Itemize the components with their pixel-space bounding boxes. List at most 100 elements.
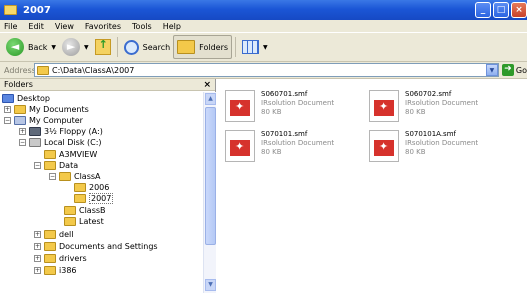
folder-icon: [37, 65, 49, 75]
title-bar: 2007 _ □ ×: [0, 0, 527, 20]
menu-tools[interactable]: Tools: [132, 22, 152, 31]
tree-label: Desktop: [17, 93, 50, 103]
go-label: Go: [515, 65, 527, 75]
folders-button[interactable]: Folders: [173, 35, 233, 59]
folder-icon: [44, 149, 56, 159]
tree-label: My Computer: [29, 115, 83, 125]
tree-item-my-computer[interactable]: − My Computer: [4, 115, 83, 125]
scrollbar-thumb[interactable]: [205, 107, 216, 245]
chevron-down-icon: ▼: [51, 43, 57, 51]
tree-label: dell: [59, 229, 74, 239]
open-folder-icon: [74, 193, 86, 203]
tree-item-classa[interactable]: − ClassA: [49, 171, 101, 181]
go-button[interactable]: ➜ Go: [501, 64, 527, 76]
tree-item-dell[interactable]: + dell: [34, 229, 73, 239]
close-pane-button[interactable]: ×: [203, 80, 211, 90]
tree-item-drivers[interactable]: + drivers: [34, 253, 87, 263]
tree-item-data[interactable]: − Data: [34, 160, 78, 170]
menu-bar: File Edit View Favorites Tools Help: [0, 20, 527, 32]
toolbar: ◄ Back ▼ ► ▼ Search Folders ▼: [0, 32, 527, 62]
search-button[interactable]: Search: [121, 35, 173, 59]
menu-edit[interactable]: Edit: [28, 22, 44, 31]
file-size: 80 KB: [405, 108, 426, 116]
window-controls: _ □ ×: [475, 2, 527, 18]
collapse-icon[interactable]: −: [49, 172, 56, 180]
tree-item-2007[interactable]: 2007: [74, 192, 114, 204]
tree-label: 2007: [89, 192, 114, 204]
file-text: S070101A.smf IRsolution Document 80 KB: [405, 130, 478, 157]
expand-icon[interactable]: +: [34, 266, 41, 274]
collapse-icon[interactable]: −: [19, 138, 26, 146]
folder-icon: [64, 216, 76, 226]
file-type: IRsolution Document: [405, 99, 479, 107]
expand-icon[interactable]: +: [34, 230, 41, 238]
scroll-down-button[interactable]: ▼: [205, 279, 216, 291]
folder-icon: [44, 160, 56, 170]
menu-view[interactable]: View: [55, 22, 74, 31]
expand-icon[interactable]: +: [19, 127, 26, 135]
tree-item-2006[interactable]: 2006: [74, 182, 109, 192]
folder-icon: [4, 5, 17, 15]
tree-label: My Documents: [29, 104, 89, 114]
collapse-icon[interactable]: −: [34, 161, 41, 169]
tree-item-floppy[interactable]: + 3½ Floppy (A:): [19, 126, 103, 136]
maximize-button[interactable]: □: [493, 2, 509, 18]
tree-label: Documents and Settings: [59, 241, 158, 251]
tree-item-latest[interactable]: Latest: [64, 216, 104, 226]
irsolution-document-icon: [225, 90, 255, 122]
tree-item-desktop[interactable]: Desktop: [2, 93, 50, 103]
address-path: C:\Data\ClassA\2007: [52, 65, 135, 75]
tree-item-local-disk[interactable]: − Local Disk (C:): [19, 137, 102, 147]
tree-label: Local Disk (C:): [44, 137, 102, 147]
folders-pane-header: Folders ×: [0, 79, 215, 91]
chevron-down-icon: ▼: [263, 43, 268, 51]
tree-label: Latest: [79, 216, 104, 226]
tree-item-a3mview[interactable]: A3MVIEW: [44, 149, 97, 159]
file-size: 80 KB: [261, 108, 282, 116]
irsolution-document-icon: [369, 130, 399, 162]
collapse-icon[interactable]: −: [4, 116, 11, 124]
search-label: Search: [142, 42, 171, 52]
address-input[interactable]: C:\Data\ClassA\2007 ▼: [34, 63, 499, 77]
tree-item-classb[interactable]: ClassB: [64, 205, 106, 215]
forward-button[interactable]: ► ▼: [59, 35, 92, 59]
expand-icon[interactable]: +: [4, 105, 11, 113]
expand-icon[interactable]: +: [34, 242, 41, 250]
tree-label: 2006: [89, 182, 110, 192]
file-text: S070101.smf IRsolution Document 80 KB: [261, 130, 334, 157]
views-icon: [242, 40, 260, 54]
up-folder-button[interactable]: [92, 35, 114, 59]
address-dropdown-button[interactable]: ▼: [485, 64, 498, 76]
file-name: S060702.smf: [405, 90, 452, 98]
file-size: 80 KB: [405, 148, 426, 156]
file-name: S070101A.smf: [405, 130, 456, 138]
hard-disk-icon: [29, 137, 41, 147]
folders-icon: [177, 40, 196, 54]
back-arrow-icon: ◄: [6, 38, 24, 56]
my-documents-icon: [14, 104, 26, 114]
close-button[interactable]: ×: [511, 2, 527, 18]
file-item[interactable]: S070101.smf IRsolution Document 80 KB: [225, 130, 334, 162]
tree-item-documents-and-settings[interactable]: + Documents and Settings: [34, 241, 158, 251]
views-button[interactable]: ▼: [239, 35, 271, 59]
tree-item-my-documents[interactable]: + My Documents: [4, 104, 89, 114]
folders-scrollbar[interactable]: ▲ ▼: [203, 92, 216, 293]
tree-item-i386[interactable]: + i386: [34, 265, 77, 275]
go-arrow-icon: ➜: [501, 64, 514, 76]
folder-icon: [44, 229, 56, 239]
window-title: 2007: [23, 4, 51, 16]
tree-label: i386: [59, 265, 77, 275]
toolbar-divider: [116, 37, 118, 57]
file-item[interactable]: S070101A.smf IRsolution Document 80 KB: [369, 130, 478, 162]
file-item[interactable]: S060701.smf IRsolution Document 80 KB: [225, 90, 334, 122]
folders-pane-title: Folders: [4, 80, 33, 89]
menu-help[interactable]: Help: [163, 22, 181, 31]
file-item[interactable]: S060702.smf IRsolution Document 80 KB: [369, 90, 478, 122]
menu-favorites[interactable]: Favorites: [85, 22, 121, 31]
back-button[interactable]: ◄ Back ▼: [3, 35, 59, 59]
tree-label: 3½ Floppy (A:): [44, 126, 103, 136]
scroll-up-button[interactable]: ▲: [205, 93, 216, 105]
menu-file[interactable]: File: [4, 22, 17, 31]
expand-icon[interactable]: +: [34, 254, 41, 262]
minimize-button[interactable]: _: [475, 2, 491, 18]
